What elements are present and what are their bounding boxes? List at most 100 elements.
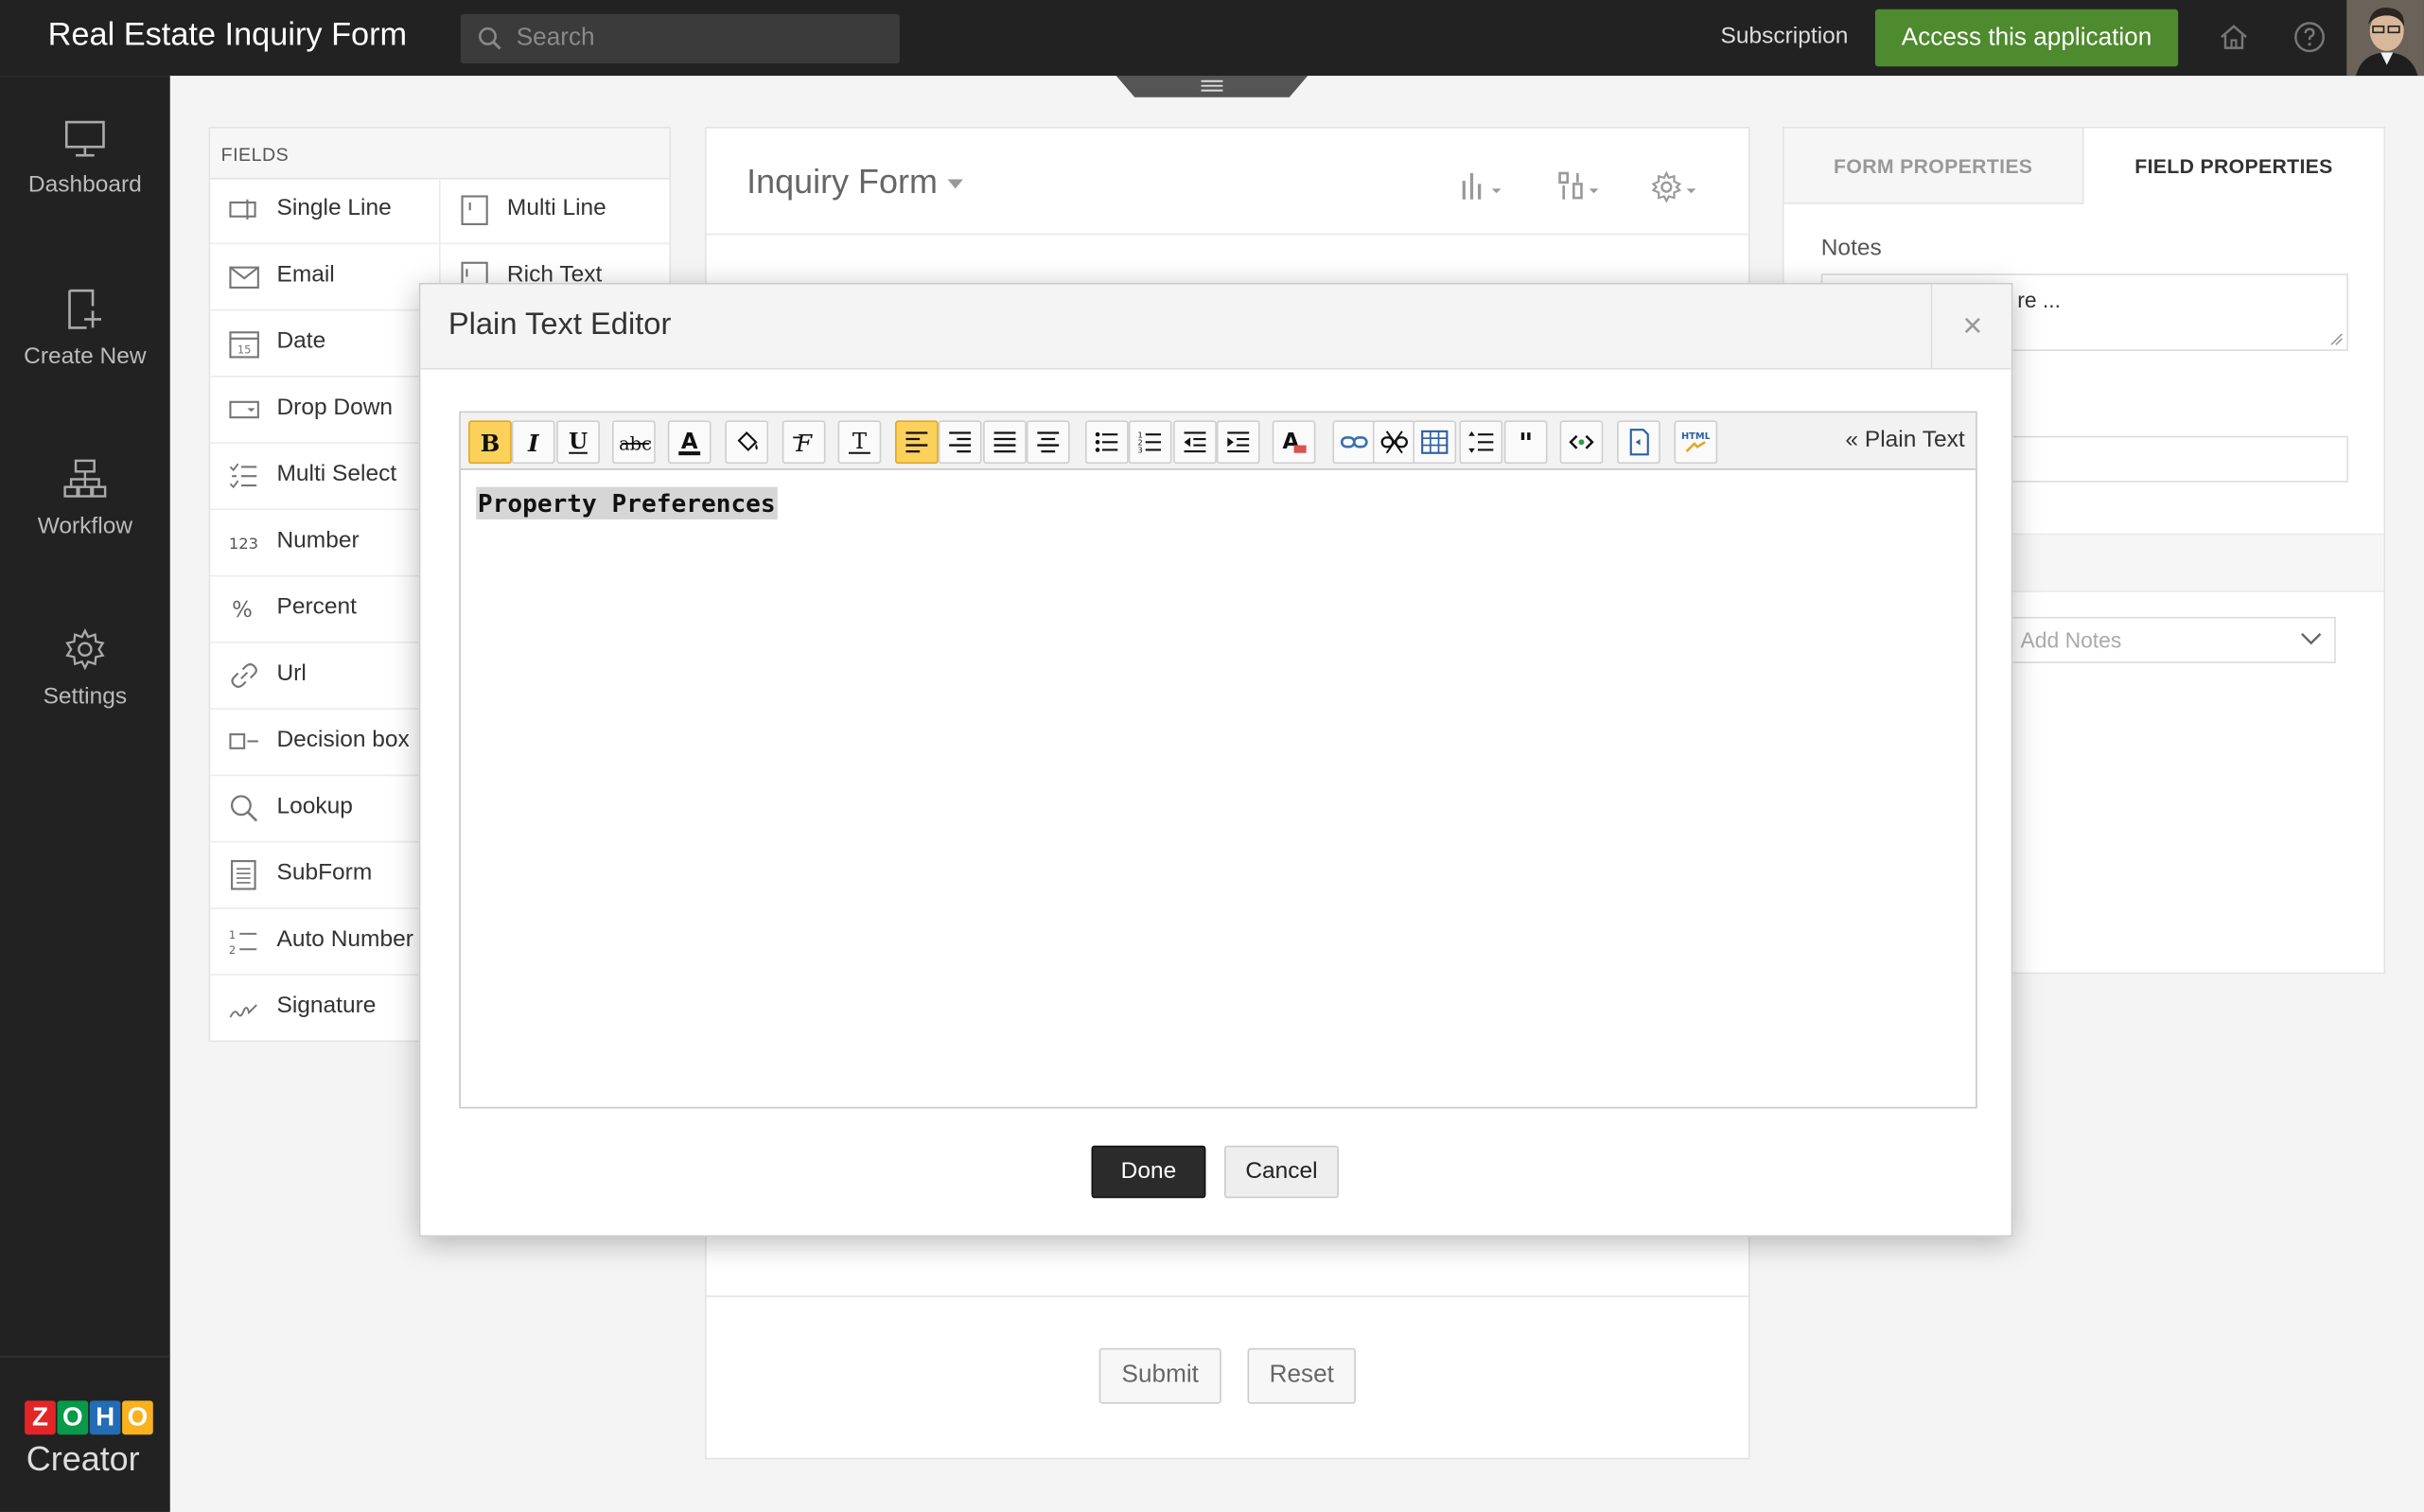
- italic-icon: I: [527, 430, 540, 456]
- insert-table-button[interactable]: [1413, 420, 1457, 465]
- svg-text:3: 3: [1138, 446, 1143, 455]
- bullet-list-button[interactable]: [1084, 420, 1129, 465]
- panel-toggle-handle[interactable]: [1115, 76, 1309, 97]
- indent-button[interactable]: [1216, 420, 1260, 465]
- field-single-line[interactable]: Single Line: [210, 178, 440, 245]
- field-drop-down[interactable]: Drop Down: [210, 378, 440, 444]
- field-date[interactable]: 15 Date: [210, 310, 440, 378]
- field-label: Email: [276, 261, 335, 288]
- tab-field-properties[interactable]: FIELD PROPERTIES: [2083, 128, 2384, 203]
- chevron-down-icon: [2301, 633, 2322, 645]
- outdent-icon: [1184, 431, 1206, 453]
- bar-chart-icon[interactable]: [1456, 168, 1509, 205]
- font-family-button[interactable]: F: [782, 420, 826, 465]
- search-placeholder: Search: [516, 25, 595, 51]
- align-center-button[interactable]: [1026, 420, 1070, 465]
- unlink-button[interactable]: [1372, 420, 1416, 465]
- underline-icon: U: [569, 430, 588, 454]
- workflow-icon: [63, 459, 107, 498]
- close-button[interactable]: ×: [1930, 284, 2013, 368]
- gear-icon: [65, 628, 105, 671]
- home-icon[interactable]: [2217, 20, 2251, 54]
- align-center-icon: [1037, 431, 1060, 453]
- field-multi-line[interactable]: Multi Line: [440, 178, 670, 245]
- layout-icon[interactable]: [1554, 168, 1607, 205]
- field-label: Number: [276, 527, 360, 554]
- gear-icon[interactable]: [1649, 168, 1702, 205]
- user-photo-icon: [2346, 0, 2424, 77]
- italic-button[interactable]: I: [511, 420, 555, 465]
- tab-form-properties[interactable]: FORM PROPERTIES: [1783, 128, 2084, 204]
- creator-wordmark: Creator: [26, 1439, 140, 1479]
- resize-handle-icon[interactable]: [2329, 332, 2344, 346]
- field-signature[interactable]: Signature: [210, 976, 439, 1041]
- code-view-button[interactable]: [1559, 420, 1604, 465]
- svg-text:A: A: [681, 430, 698, 454]
- insert-link-button[interactable]: [1332, 420, 1377, 465]
- nav-settings[interactable]: Settings: [0, 627, 170, 710]
- remove-format-button[interactable]: A: [1272, 420, 1316, 465]
- plain-text-link[interactable]: « Plain Text: [1845, 427, 1964, 453]
- link-icon: [1340, 436, 1368, 448]
- field-url[interactable]: Url: [210, 643, 440, 710]
- font-size-button[interactable]: T: [837, 420, 882, 465]
- align-right-button[interactable]: [938, 420, 982, 465]
- help-icon[interactable]: [2292, 20, 2327, 54]
- blockquote-button[interactable]: ": [1503, 420, 1548, 465]
- html-icon: HTML: [1682, 431, 1710, 453]
- chevron-down-icon[interactable]: [947, 179, 963, 189]
- editor-toolbar: B I U abc A F T 123 A " HTML « Plain Tex…: [460, 413, 1976, 470]
- paint-bucket-icon: [737, 431, 758, 451]
- notes-label: Notes: [1820, 235, 1882, 262]
- subscription-link[interactable]: Subscription: [1721, 24, 1849, 50]
- nav-label: Dashboard: [27, 171, 142, 199]
- multi-line-icon: [461, 195, 488, 225]
- nav-create-new[interactable]: Create New: [0, 288, 170, 370]
- form-title[interactable]: Inquiry Form: [747, 163, 938, 202]
- top-bar: Real Estate Inquiry Form Search Subscrip…: [0, 0, 2424, 77]
- logo-letter: H: [89, 1400, 121, 1435]
- done-button[interactable]: Done: [1091, 1145, 1206, 1199]
- single-line-icon: [229, 199, 256, 220]
- field-auto-number[interactable]: 12 Auto Number: [210, 909, 440, 976]
- field-email[interactable]: Email: [210, 244, 440, 311]
- avatar[interactable]: [2346, 0, 2424, 77]
- field-multi-select[interactable]: Multi Select: [210, 444, 440, 511]
- reset-button[interactable]: Reset: [1247, 1347, 1356, 1404]
- field-number[interactable]: 123 Number: [210, 510, 440, 577]
- bold-button[interactable]: B: [468, 420, 512, 465]
- divider: [706, 1295, 1748, 1297]
- percent-icon: %: [232, 598, 253, 623]
- strikethrough-button[interactable]: abc: [612, 420, 656, 465]
- align-left-button[interactable]: [895, 420, 939, 465]
- background-color-button[interactable]: [725, 420, 769, 465]
- svg-text:15: 15: [237, 343, 252, 356]
- field-decision-box[interactable]: Decision box: [210, 710, 440, 777]
- field-subform[interactable]: SubForm: [210, 842, 440, 909]
- outdent-button[interactable]: [1173, 420, 1217, 465]
- nav-workflow[interactable]: Workflow: [0, 458, 170, 539]
- html-button[interactable]: HTML: [1674, 420, 1718, 465]
- create-new-icon: [68, 289, 102, 329]
- line-spacing-button[interactable]: [1459, 420, 1503, 465]
- cancel-button[interactable]: Cancel: [1224, 1145, 1339, 1199]
- search-box[interactable]: Search: [460, 13, 900, 63]
- svg-text:T: T: [852, 430, 868, 454]
- font-color-button[interactable]: A: [667, 420, 711, 465]
- underline-button[interactable]: U: [556, 420, 600, 465]
- field-label: Lookup: [276, 793, 353, 819]
- field-lookup[interactable]: Lookup: [210, 776, 440, 843]
- submit-button[interactable]: Submit: [1098, 1347, 1221, 1404]
- link-icon: [231, 663, 257, 688]
- access-application-button[interactable]: Access this application: [1874, 9, 2179, 67]
- field-percent[interactable]: % Percent: [210, 576, 440, 643]
- nav-dashboard[interactable]: Dashboard: [0, 119, 170, 198]
- email-icon: [229, 266, 259, 289]
- align-right-icon: [949, 431, 972, 453]
- editor-content[interactable]: Property Preferences: [476, 486, 778, 519]
- justify-button[interactable]: [983, 420, 1027, 465]
- field-label: SubForm: [276, 859, 373, 887]
- quote-icon: ": [1519, 429, 1533, 456]
- insert-snippet-button[interactable]: [1617, 420, 1660, 465]
- numbered-list-button[interactable]: 123: [1128, 420, 1172, 465]
